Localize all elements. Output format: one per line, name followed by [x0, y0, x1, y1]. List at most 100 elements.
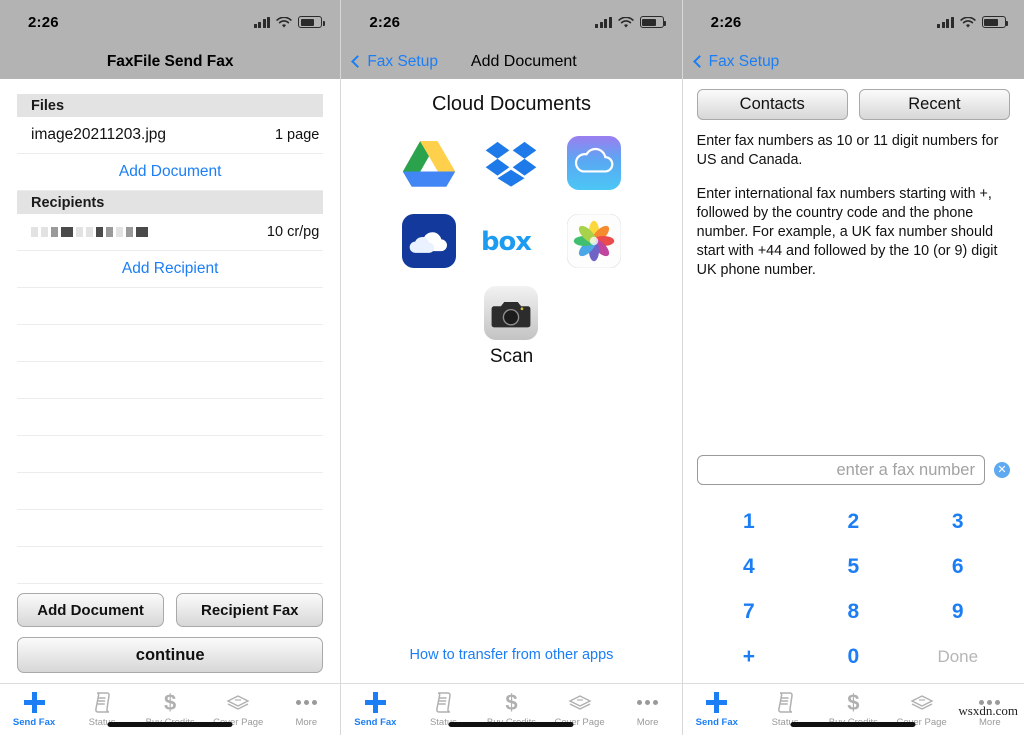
stacked-pages-icon — [910, 692, 934, 714]
key-0[interactable]: 0 — [801, 634, 905, 679]
back-label: Fax Setup — [367, 52, 438, 70]
key-3[interactable]: 3 — [906, 499, 1010, 544]
dropbox-icon — [486, 141, 537, 187]
scan-label: Scan — [489, 346, 534, 367]
tab-send-fax[interactable]: Send Fax — [0, 692, 68, 728]
tab-label: Send Fax — [12, 716, 56, 728]
tab-send-fax[interactable]: Send Fax — [341, 692, 409, 728]
key-4[interactable]: 4 — [697, 544, 801, 589]
tab-bar-panel1: Send Fax Status $ Buy Credits Cover Page — [0, 683, 341, 735]
panel-enter-fax-number: 2:26 Fax Setup Contacts Recent Enter fax — [682, 0, 1024, 735]
back-button[interactable]: Fax Setup — [341, 53, 438, 71]
cloud-service-grid: box — [341, 132, 681, 272]
panel-send-fax: 2:26 FaxFile Send Fax Files image2021120… — [0, 0, 342, 735]
add-recipient-link[interactable]: Add Recipient — [17, 251, 324, 288]
tab-label: Send Fax — [354, 716, 397, 728]
dollar-icon: $ — [847, 689, 860, 715]
key-7[interactable]: 7 — [697, 589, 801, 634]
wifi-icon — [618, 16, 634, 28]
section-title-cloud-documents: Cloud Documents — [432, 93, 591, 115]
battery-icon — [639, 16, 667, 28]
scroll-icon — [777, 692, 794, 714]
tab-more[interactable]: More — [272, 692, 340, 728]
tab-label: Send Fax — [695, 716, 738, 728]
tab-bar-panel2: Send Fax Status $ Buy Credits Cover Page — [341, 683, 682, 735]
list-item — [17, 399, 324, 436]
status-bar-icons — [595, 16, 667, 28]
recent-button[interactable]: Recent — [858, 89, 1010, 120]
key-9[interactable]: 9 — [906, 589, 1010, 634]
tab-send-fax[interactable]: Send Fax — [683, 692, 751, 728]
key-1[interactable]: 1 — [697, 499, 801, 544]
section-header-files: Files — [17, 94, 324, 117]
action-buttons: Add Document Recipient Fax continue — [0, 593, 340, 683]
tab-more[interactable]: More — [614, 692, 682, 728]
signal-bars-icon — [253, 16, 271, 28]
file-page-count: 1 page — [274, 127, 320, 143]
file-name: image20211203.jpg — [31, 126, 167, 143]
tab-label: More — [636, 716, 659, 728]
file-row[interactable]: image20211203.jpg 1 page — [17, 117, 324, 154]
list-item — [17, 510, 324, 547]
cloud-service-google-drive[interactable] — [387, 132, 470, 194]
cloud-service-photos[interactable] — [553, 210, 636, 272]
recipient-row[interactable]: 10 cr/pg — [17, 214, 324, 251]
status-bar-clock: 2:26 — [28, 13, 59, 31]
scan-option[interactable]: Scan — [341, 286, 681, 368]
list-item — [17, 325, 324, 362]
help-paragraph-1: Enter fax numbers as 10 or 11 digit numb… — [696, 133, 999, 168]
page-title: Add Document — [470, 52, 577, 70]
status-bar-clock: 2:26 — [710, 13, 742, 31]
how-to-transfer-link[interactable]: How to transfer from other apps — [341, 647, 681, 683]
continue-button[interactable]: continue — [17, 637, 324, 673]
wifi-icon — [276, 16, 292, 28]
cloud-service-onedrive[interactable] — [387, 210, 470, 272]
status-bar: 2:26 — [341, 0, 682, 44]
stacked-pages-icon — [226, 692, 250, 714]
fax-setup-list: Files image20211203.jpg 1 page Add Docum… — [17, 94, 324, 584]
back-label: Fax Setup — [708, 52, 780, 70]
nav-bar-panel1: FaxFile Send Fax — [0, 44, 341, 79]
add-document-link[interactable]: Add Document — [17, 154, 324, 191]
add-document-body: Cloud Documents box Scan How to transfer… — [341, 79, 681, 683]
clear-circle-icon[interactable]: ✕ — [993, 462, 1010, 478]
battery-icon — [298, 16, 325, 28]
signal-bars-icon — [595, 16, 612, 28]
status-bar: 2:26 — [0, 0, 341, 44]
key-5[interactable]: 5 — [801, 544, 905, 589]
recipient-fax-button[interactable]: Recipient Fax — [176, 593, 324, 627]
key-done[interactable]: Done — [906, 634, 1010, 679]
section-header-recipients: Recipients — [17, 191, 324, 214]
fax-number-body: Contacts Recent Enter fax numbers as 10 … — [683, 79, 1024, 683]
add-document-button[interactable]: Add Document — [17, 593, 165, 627]
dollar-icon: $ — [164, 689, 177, 715]
cloud-service-box[interactable]: box — [470, 210, 553, 272]
list-item — [17, 362, 324, 399]
three-screenshot-strip: 2:26 FaxFile Send Fax Files image2021120… — [0, 0, 1024, 735]
photos-icon — [567, 214, 622, 268]
plus-icon — [23, 692, 45, 714]
numeric-keypad: 1 2 3 4 5 6 7 8 9 + 0 Done — [697, 499, 1010, 679]
dollar-icon: $ — [505, 689, 518, 715]
plus-icon — [706, 692, 728, 714]
fax-number-input[interactable]: enter a fax number — [696, 455, 985, 485]
key-8[interactable]: 8 — [801, 589, 905, 634]
key-plus[interactable]: + — [697, 634, 801, 679]
key-2[interactable]: 2 — [801, 499, 905, 544]
contacts-button[interactable]: Contacts — [696, 89, 848, 120]
google-drive-icon — [402, 141, 455, 187]
camera-icon — [484, 286, 539, 340]
plus-icon — [364, 692, 386, 714]
status-bar-icons — [253, 16, 325, 28]
cloud-service-dropbox[interactable] — [470, 132, 553, 194]
recipient-rate: 10 cr/pg — [266, 224, 320, 240]
box-icon: box — [482, 227, 534, 257]
key-6[interactable]: 6 — [906, 544, 1010, 589]
help-text: Enter fax numbers as 10 or 11 digit numb… — [697, 132, 1010, 280]
stacked-pages-icon — [567, 692, 592, 714]
cloud-service-icloud[interactable] — [553, 132, 636, 194]
home-indicator — [448, 722, 574, 727]
back-button[interactable]: Fax Setup — [683, 52, 780, 71]
scroll-icon — [94, 692, 111, 714]
recipient-number-redacted — [31, 225, 148, 239]
